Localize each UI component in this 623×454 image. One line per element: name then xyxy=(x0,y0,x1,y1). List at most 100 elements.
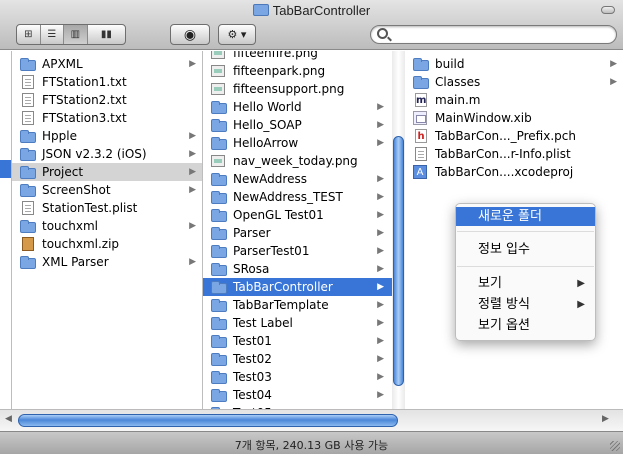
scroll-right-arrow-icon[interactable]: ▶ xyxy=(602,414,609,424)
list-item[interactable]: FTStation3.txt xyxy=(12,109,202,127)
folder-icon xyxy=(20,57,36,71)
icon-view-button[interactable]: ⊞ xyxy=(17,25,41,44)
list-item[interactable]: NewAddress_TEST ▶ xyxy=(203,188,404,206)
search-input[interactable] xyxy=(395,27,605,42)
item-label: TabBarTemplate xyxy=(233,298,329,312)
quick-look-button[interactable]: ◉ xyxy=(170,24,210,45)
folder-icon xyxy=(211,226,227,240)
item-label: touchxml.zip xyxy=(42,237,120,251)
item-label: build xyxy=(435,57,465,71)
coverflow-view-icon: ▮▮ xyxy=(100,29,112,40)
list-item[interactable]: nav_week_today.png xyxy=(203,152,404,170)
list-item[interactable]: XML Parser ▶ xyxy=(12,253,202,271)
column-2-scrollbar[interactable] xyxy=(392,51,405,431)
folder-icon xyxy=(211,388,227,402)
folder-icon xyxy=(20,165,36,179)
list-item[interactable]: TabBarCon...r-Info.plist xyxy=(405,145,623,163)
disclosure-arrow-icon: ▶ xyxy=(377,300,384,310)
window-title-row: TabBarController xyxy=(0,3,623,18)
list-item[interactable]: ScreenShot ▶ xyxy=(12,181,202,199)
list-item[interactable]: TabBarController ▶ xyxy=(203,278,404,296)
folder-icon xyxy=(211,352,227,366)
list-item[interactable]: NewAddress ▶ xyxy=(203,170,404,188)
disclosure-arrow-icon: ▶ xyxy=(377,192,384,202)
list-item[interactable]: Hello_SOAP ▶ xyxy=(203,116,404,134)
menu-item-label: 보기 옵션 xyxy=(478,318,530,333)
disclosure-arrow-icon: ▶ xyxy=(189,149,196,159)
list-item[interactable]: TabBarTemplate ▶ xyxy=(203,296,404,314)
list-item[interactable]: OpenGL Test01 ▶ xyxy=(203,206,404,224)
folder-icon xyxy=(211,190,227,204)
list-item[interactable]: build ▶ xyxy=(405,55,623,73)
list-item[interactable]: APXML ▶ xyxy=(12,55,202,73)
list-item[interactable]: touchxml.zip xyxy=(12,235,202,253)
scroll-left-arrow-icon[interactable]: ◀ xyxy=(5,414,12,424)
list-item[interactable]: Parser ▶ xyxy=(203,224,404,242)
disclosure-arrow-icon: ▶ xyxy=(610,59,617,69)
list-item[interactable]: FTStation2.txt xyxy=(12,91,202,109)
list-item[interactable]: A TabBarCon....xcodeproj xyxy=(405,163,623,181)
disclosure-arrow-icon: ▶ xyxy=(377,336,384,346)
disclosure-arrow-icon: ▶ xyxy=(189,59,196,69)
disclosure-arrow-icon: ▶ xyxy=(377,372,384,382)
list-item[interactable]: fifteensupport.png xyxy=(203,80,404,98)
xcode-project-icon: A xyxy=(413,165,427,179)
item-label: TabBarCon..._Prefix.pch xyxy=(435,129,576,143)
menu-item-label: 보기 xyxy=(478,276,502,291)
item-label: TabBarCon....xcodeproj xyxy=(435,165,574,179)
column-view-button[interactable]: ▥ xyxy=(64,25,88,44)
list-item[interactable]: HelloArrow ▶ xyxy=(203,134,404,152)
resize-grip-icon[interactable] xyxy=(610,441,620,451)
disclosure-arrow-icon: ▶ xyxy=(189,167,196,177)
menu-item-new-folder[interactable]: 새로운 폴더 xyxy=(456,207,595,226)
list-item[interactable]: Project ▶ xyxy=(12,163,202,181)
menu-item-sort-by[interactable]: 정렬 방식 ▶ xyxy=(456,295,595,314)
search-field[interactable] xyxy=(370,25,617,44)
image-file-icon xyxy=(211,83,225,95)
item-label: MainWindow.xib xyxy=(435,111,532,125)
menu-separator xyxy=(457,231,594,232)
column-1: APXML ▶ FTStation1.txt FTStation2.txt FTStat… xyxy=(12,51,203,431)
list-view-button[interactable]: ☰ xyxy=(41,25,65,44)
column-2: fifteenfire.png fifteenpark.png fifteensup… xyxy=(203,51,405,431)
list-item[interactable]: SRosa ▶ xyxy=(203,260,404,278)
menu-item-view[interactable]: 보기 ▶ xyxy=(456,274,595,293)
list-item[interactable]: fifteenpark.png xyxy=(203,62,404,80)
list-item[interactable]: FTStation1.txt xyxy=(12,73,202,91)
horizontal-scroll-thumb[interactable] xyxy=(18,414,398,427)
menu-item-get-info[interactable]: 정보 입수 xyxy=(456,240,595,259)
item-label: fifteenpark.png xyxy=(233,64,326,78)
coverflow-view-button[interactable]: ▮▮ xyxy=(88,25,125,44)
toolbar-toggle-button[interactable] xyxy=(601,6,615,14)
folder-icon xyxy=(211,280,227,294)
list-item[interactable]: Test Label ▶ xyxy=(203,314,404,332)
status-bar: 7개 항목, 240.13 GB 사용 가능 xyxy=(0,431,623,454)
list-item[interactable]: MainWindow.xib xyxy=(405,109,623,127)
folder-icon xyxy=(211,370,227,384)
list-item[interactable]: Hpple ▶ xyxy=(12,127,202,145)
menu-item-view-options[interactable]: 보기 옵션 xyxy=(456,316,595,335)
list-item[interactable]: ParserTest01 ▶ xyxy=(203,242,404,260)
disclosure-arrow-icon: ▶ xyxy=(610,77,617,87)
horizontal-scrollbar[interactable]: ◀ ▶ xyxy=(0,409,623,431)
column-previous[interactable] xyxy=(0,51,12,431)
list-item[interactable]: fifteenfire.png xyxy=(203,51,404,62)
list-item[interactable]: Test04 ▶ xyxy=(203,386,404,404)
disclosure-arrow-icon: ▶ xyxy=(377,264,384,274)
menu-item-label: 정보 입수 xyxy=(478,242,530,257)
list-item[interactable]: StationTest.plist xyxy=(12,199,202,217)
list-item[interactable]: JSON v2.3.2 (iOS) ▶ xyxy=(12,145,202,163)
folder-icon xyxy=(20,219,36,233)
list-item[interactable]: Test02 ▶ xyxy=(203,350,404,368)
list-item[interactable]: touchxml ▶ xyxy=(12,217,202,235)
list-item[interactable]: Classes ▶ xyxy=(405,73,623,91)
item-label: NewAddress xyxy=(233,172,307,186)
list-item[interactable]: Test01 ▶ xyxy=(203,332,404,350)
list-item[interactable]: Hello World ▶ xyxy=(203,98,404,116)
folder-icon xyxy=(211,244,227,258)
list-item[interactable]: m main.m xyxy=(405,91,623,109)
column-2-scroll-thumb[interactable] xyxy=(393,136,404,386)
action-menu-button[interactable]: ⚙ ▾ xyxy=(218,24,256,45)
list-item[interactable]: h TabBarCon..._Prefix.pch xyxy=(405,127,623,145)
list-item[interactable]: Test03 ▶ xyxy=(203,368,404,386)
